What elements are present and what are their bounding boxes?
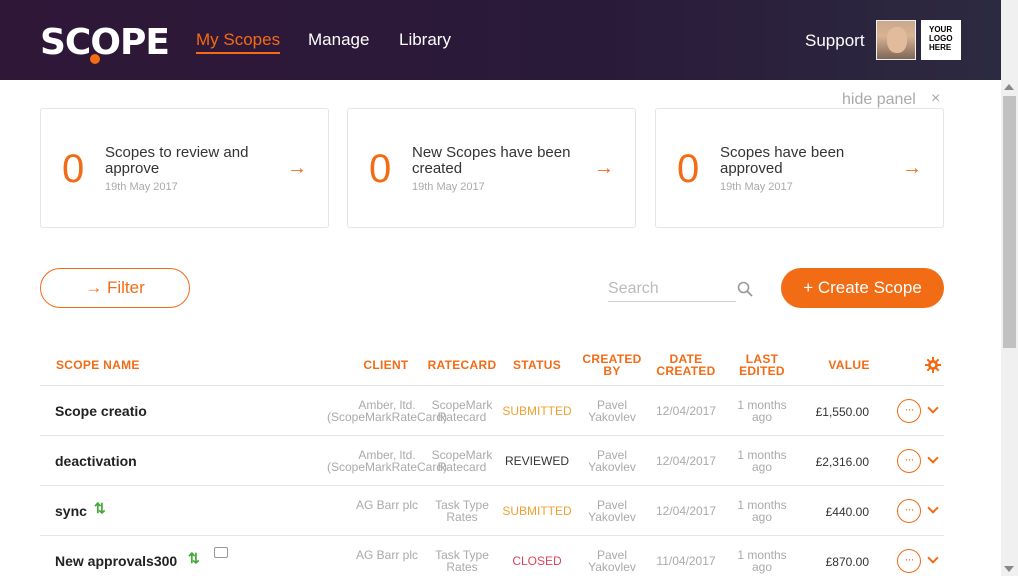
table-row[interactable]: Scope creatio Amber, ltd. (ScopeMarkRate… xyxy=(40,385,944,435)
col-client[interactable]: CLIENT xyxy=(358,359,414,371)
card-count: 0 xyxy=(62,147,85,191)
card-text: Scopes to review and approve xyxy=(105,144,249,177)
table-row[interactable]: sync ⇅ AG Barr plc Task Type Rates SUBMI… xyxy=(40,485,944,535)
created-by-cell: Pavel Yakovlev xyxy=(588,448,636,474)
summary-card-created[interactable]: 0 New Scopes have been created 19th May … xyxy=(347,108,636,228)
card-date: 19th May 2017 xyxy=(412,181,485,193)
company-logo-line: LOGO xyxy=(929,34,953,43)
summary-card-approved[interactable]: 0 Scopes have been approved 19th May 201… xyxy=(655,108,944,228)
value-cell: £1,550.00 xyxy=(815,405,869,419)
hide-panel-link[interactable]: hide panel xyxy=(842,91,916,109)
create-scope-button[interactable]: + Create Scope xyxy=(781,268,944,308)
search-icon[interactable] xyxy=(737,281,753,297)
created-by-cell: Pavel Yakovlev xyxy=(588,398,636,424)
client-cell: AG Barr plc xyxy=(355,548,418,562)
chevron-down-icon[interactable] xyxy=(927,552,939,564)
chevron-down-icon[interactable] xyxy=(927,452,939,464)
logo-dot xyxy=(90,54,100,64)
chevron-down-icon[interactable] xyxy=(927,502,939,514)
arrow-right-icon[interactable]: → xyxy=(902,157,922,180)
value-cell: £2,316.00 xyxy=(815,455,869,469)
client-cell: AG Barr plc xyxy=(355,498,418,512)
col-last-edited[interactable]: LAST EDITED xyxy=(732,353,792,377)
date-created-cell: 12/04/2017 xyxy=(655,454,717,468)
summary-card-review[interactable]: 0 Scopes to review and approve 19th May … xyxy=(40,108,329,228)
status-badge: SUBMITTED xyxy=(502,404,572,418)
arrow-right-icon[interactable]: → xyxy=(287,157,307,180)
col-value[interactable]: VALUE xyxy=(822,359,876,371)
card-count: 0 xyxy=(369,147,392,191)
status-badge: SUBMITTED xyxy=(502,504,572,518)
card-text: New Scopes have been created xyxy=(412,144,571,177)
scope-name[interactable]: New approvals300 xyxy=(55,553,177,569)
value-cell: £870.00 xyxy=(825,555,869,569)
gear-icon[interactable] xyxy=(925,357,941,373)
scroll-up-arrow[interactable] xyxy=(1004,84,1014,90)
nav-manage[interactable]: Manage xyxy=(308,30,369,50)
sort-arrows-icon: ⇅ xyxy=(94,500,106,516)
company-logo: YOUR LOGO HERE xyxy=(921,20,961,60)
date-created-cell: 12/04/2017 xyxy=(655,504,717,518)
scroll-down-arrow[interactable] xyxy=(1004,566,1014,572)
company-logo-line: HERE xyxy=(929,43,952,52)
chevron-down-icon[interactable] xyxy=(927,402,939,414)
col-ratecard[interactable]: RATECARD xyxy=(426,359,498,371)
table-row[interactable]: deactivation Amber, ltd. (ScopeMarkRateC… xyxy=(40,435,944,485)
more-dots-icon[interactable]: ··· xyxy=(897,549,921,573)
avatar-face xyxy=(887,27,907,53)
created-by-cell: Pavel Yakovlev xyxy=(588,498,636,524)
scope-name[interactable]: sync xyxy=(55,503,87,519)
more-dots-icon[interactable]: ··· xyxy=(897,449,921,473)
comment-icon[interactable] xyxy=(214,547,228,558)
nav-my-scopes[interactable]: My Scopes xyxy=(196,30,281,54)
value-cell: £440.00 xyxy=(825,505,869,519)
card-date: 19th May 2017 xyxy=(105,181,178,193)
nav-library[interactable]: Library xyxy=(399,30,451,50)
card-text: Scopes have been approved xyxy=(720,144,845,177)
support-link[interactable]: Support xyxy=(805,31,865,51)
search-input[interactable] xyxy=(608,276,736,302)
table-row[interactable]: New approvals300 ⇅ AG Barr plc Task Type… xyxy=(40,535,944,576)
filter-button[interactable]: → Filter xyxy=(40,268,190,308)
arrow-right-icon[interactable]: → xyxy=(594,157,614,180)
card-date: 19th May 2017 xyxy=(720,181,793,193)
scope-name[interactable]: deactivation xyxy=(55,453,137,469)
date-created-cell: 12/04/2017 xyxy=(655,404,717,418)
scroll-thumb[interactable] xyxy=(1003,96,1016,348)
sort-arrows-icon: ⇅ xyxy=(188,550,200,566)
status-badge: REVIEWED xyxy=(504,454,569,468)
ratecard-cell: ScopeMark Ratecard xyxy=(431,398,493,424)
avatar[interactable] xyxy=(876,20,916,60)
created-by-cell: Pavel Yakovlev xyxy=(588,548,636,574)
ratecard-cell: ScopeMark Ratecard xyxy=(431,448,493,474)
col-status[interactable]: STATUS xyxy=(510,359,564,371)
card-count: 0 xyxy=(677,147,700,191)
last-edited-cell: 1 months ago xyxy=(737,548,787,574)
scope-name[interactable]: Scope creatio xyxy=(55,403,147,419)
last-edited-cell: 1 months ago xyxy=(737,398,787,424)
col-created-by[interactable]: CREATED BY xyxy=(578,353,646,377)
top-bar: SCOPE My Scopes Manage Library Support Y… xyxy=(0,0,1001,80)
more-dots-icon[interactable]: ··· xyxy=(897,399,921,423)
date-created-cell: 11/04/2017 xyxy=(656,554,716,568)
last-edited-cell: 1 months ago xyxy=(737,498,787,524)
status-badge: CLOSED xyxy=(512,554,562,568)
col-date-created[interactable]: DATE CREATED xyxy=(652,353,720,377)
ratecard-cell: Task Type Rates xyxy=(435,498,489,524)
more-dots-icon[interactable]: ··· xyxy=(897,499,921,523)
close-icon[interactable]: × xyxy=(931,90,940,108)
last-edited-cell: 1 months ago xyxy=(737,448,787,474)
col-scope-name[interactable]: SCOPE NAME xyxy=(56,359,140,371)
company-logo-line: YOUR xyxy=(929,25,953,34)
scope-logo[interactable]: SCOPE xyxy=(40,22,170,63)
ratecard-cell: Task Type Rates xyxy=(435,548,489,574)
